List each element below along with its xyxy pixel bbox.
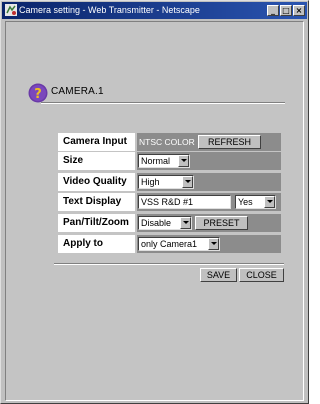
text-display-select[interactable]: Yes	[235, 195, 276, 209]
chevron-down-icon	[264, 196, 275, 208]
chevron-down-icon	[182, 176, 193, 188]
text-display-select-value: Yes	[238, 197, 253, 207]
chevron-down-icon	[208, 238, 219, 250]
title-divider	[41, 102, 285, 104]
size-label: Size	[58, 152, 135, 170]
size-select[interactable]: Normal	[138, 154, 190, 168]
apply-to-select[interactable]: only Camera1	[138, 237, 220, 251]
pan-tilt-zoom-label: Pan/Tilt/Zoom	[58, 214, 135, 232]
size-value-cell: Normal	[137, 152, 281, 170]
apply-to-select-value: only Camera1	[141, 239, 198, 249]
help-icon[interactable]: ?	[28, 83, 48, 103]
preset-button[interactable]: PRESET	[195, 216, 248, 230]
video-quality-select-value: High	[141, 177, 160, 187]
text-display-input-value: VSS R&D #1	[141, 197, 194, 207]
svg-text:?: ?	[34, 87, 42, 102]
bottom-divider	[54, 263, 284, 265]
video-quality-label: Video Quality	[58, 173, 135, 191]
text-display-input[interactable]: VSS R&D #1	[138, 195, 231, 209]
pan-tilt-zoom-value-cell: Disable PRESET	[137, 214, 281, 232]
apply-to-label: Apply to	[58, 235, 135, 253]
save-button[interactable]: SAVE	[200, 268, 237, 282]
page-content	[5, 21, 304, 401]
camera-title: CAMERA.1	[51, 86, 104, 97]
text-display-value-cell: VSS R&D #1 Yes	[137, 193, 281, 211]
close-button[interactable]: CLOSE	[239, 268, 284, 282]
camera-input-value-cell: NTSC COLOR REFRESH	[137, 133, 281, 151]
maximize-button[interactable]: □	[280, 5, 292, 16]
camera-input-label: Camera Input	[58, 133, 135, 151]
size-select-value: Normal	[141, 156, 171, 166]
minimize-button[interactable]: _	[267, 5, 279, 16]
title-bar[interactable]: Camera setting - Web Transmitter - Netsc…	[2, 2, 307, 19]
browser-window: Camera setting - Web Transmitter - Netsc…	[0, 0, 309, 404]
refresh-button[interactable]: REFRESH	[198, 135, 261, 149]
window-title: Camera setting - Web Transmitter - Netsc…	[19, 5, 200, 15]
camera-input-value: NTSC COLOR	[139, 137, 195, 147]
chevron-down-icon	[180, 217, 191, 229]
close-window-button[interactable]: ×	[293, 5, 305, 16]
pan-tilt-zoom-select[interactable]: Disable	[138, 216, 192, 230]
pan-tilt-zoom-select-value: Disable	[141, 218, 172, 228]
video-quality-select[interactable]: High	[138, 175, 194, 189]
video-quality-value-cell: High	[137, 173, 281, 191]
netscape-app-icon	[5, 4, 17, 16]
text-display-label: Text Display	[58, 193, 135, 211]
apply-to-value-cell: only Camera1	[137, 235, 281, 253]
chevron-down-icon	[178, 155, 189, 167]
